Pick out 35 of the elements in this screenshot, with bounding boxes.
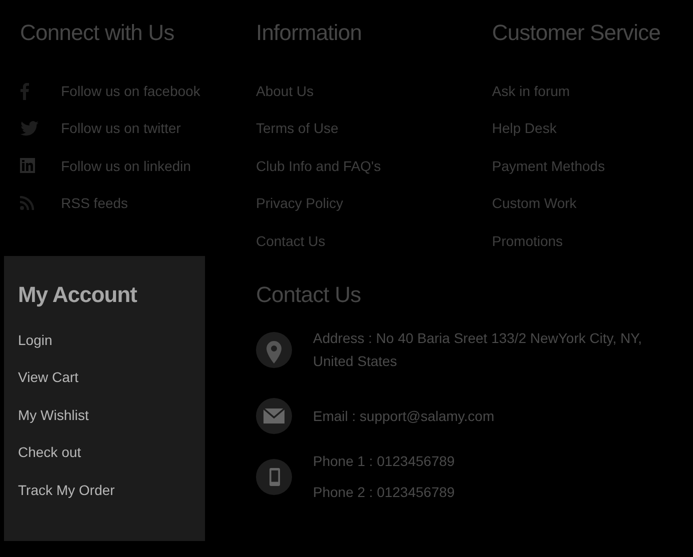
account-link[interactable]: View Cart — [18, 369, 78, 386]
footer-link[interactable]: Payment Methods — [492, 158, 605, 174]
social-link[interactable]: Follow us on twitter — [61, 120, 181, 136]
contact-text: Address : No 40 Baria Sreet 133/2 NewYork City, NY, United States — [313, 329, 643, 371]
footer-link[interactable]: Promotions — [492, 232, 563, 249]
phone-icon — [256, 459, 292, 495]
section-heading: Contact Us — [256, 281, 362, 309]
account-link[interactable]: Login — [18, 332, 52, 348]
footer-link[interactable]: Help Desk — [492, 120, 557, 136]
section-heading: Information — [256, 19, 363, 47]
account-link[interactable]: Check out — [18, 444, 82, 460]
contact-text: Phone 2 : 0123456789 — [313, 483, 456, 502]
rss-icon[interactable] — [20, 196, 34, 210]
pin-icon — [256, 332, 292, 368]
bird-icon[interactable] — [20, 120, 39, 136]
social-link[interactable]: Follow us on facebook — [61, 82, 200, 99]
section-heading: Customer Service — [492, 19, 662, 47]
section-heading: My Account — [18, 281, 138, 309]
envelope-icon — [256, 398, 292, 434]
footer-link[interactable]: Privacy Policy — [256, 195, 344, 212]
facebook-icon[interactable] — [20, 82, 29, 100]
social-link[interactable]: RSS feeds — [61, 195, 128, 212]
account-link[interactable]: My Wishlist — [18, 406, 89, 423]
linkedin-icon[interactable] — [20, 158, 35, 174]
footer-link[interactable]: Ask in forum — [492, 82, 570, 99]
footer-link[interactable]: Terms of Use — [256, 120, 338, 136]
social-link[interactable]: Follow us on linkedin — [61, 158, 191, 174]
section-heading: Connect with Us — [20, 19, 176, 47]
footer-link[interactable]: Contact Us — [256, 232, 326, 249]
contact-text: Email : support@salamy.com — [313, 406, 496, 426]
account-link[interactable]: Track My Order — [18, 482, 115, 498]
footer-link[interactable]: Custom Work — [492, 195, 577, 212]
footer-link[interactable]: Club Info and FAQ's — [256, 158, 381, 174]
footer-link[interactable]: About Us — [256, 82, 314, 99]
contact-text: Phone 1 : 0123456789 — [313, 452, 456, 471]
